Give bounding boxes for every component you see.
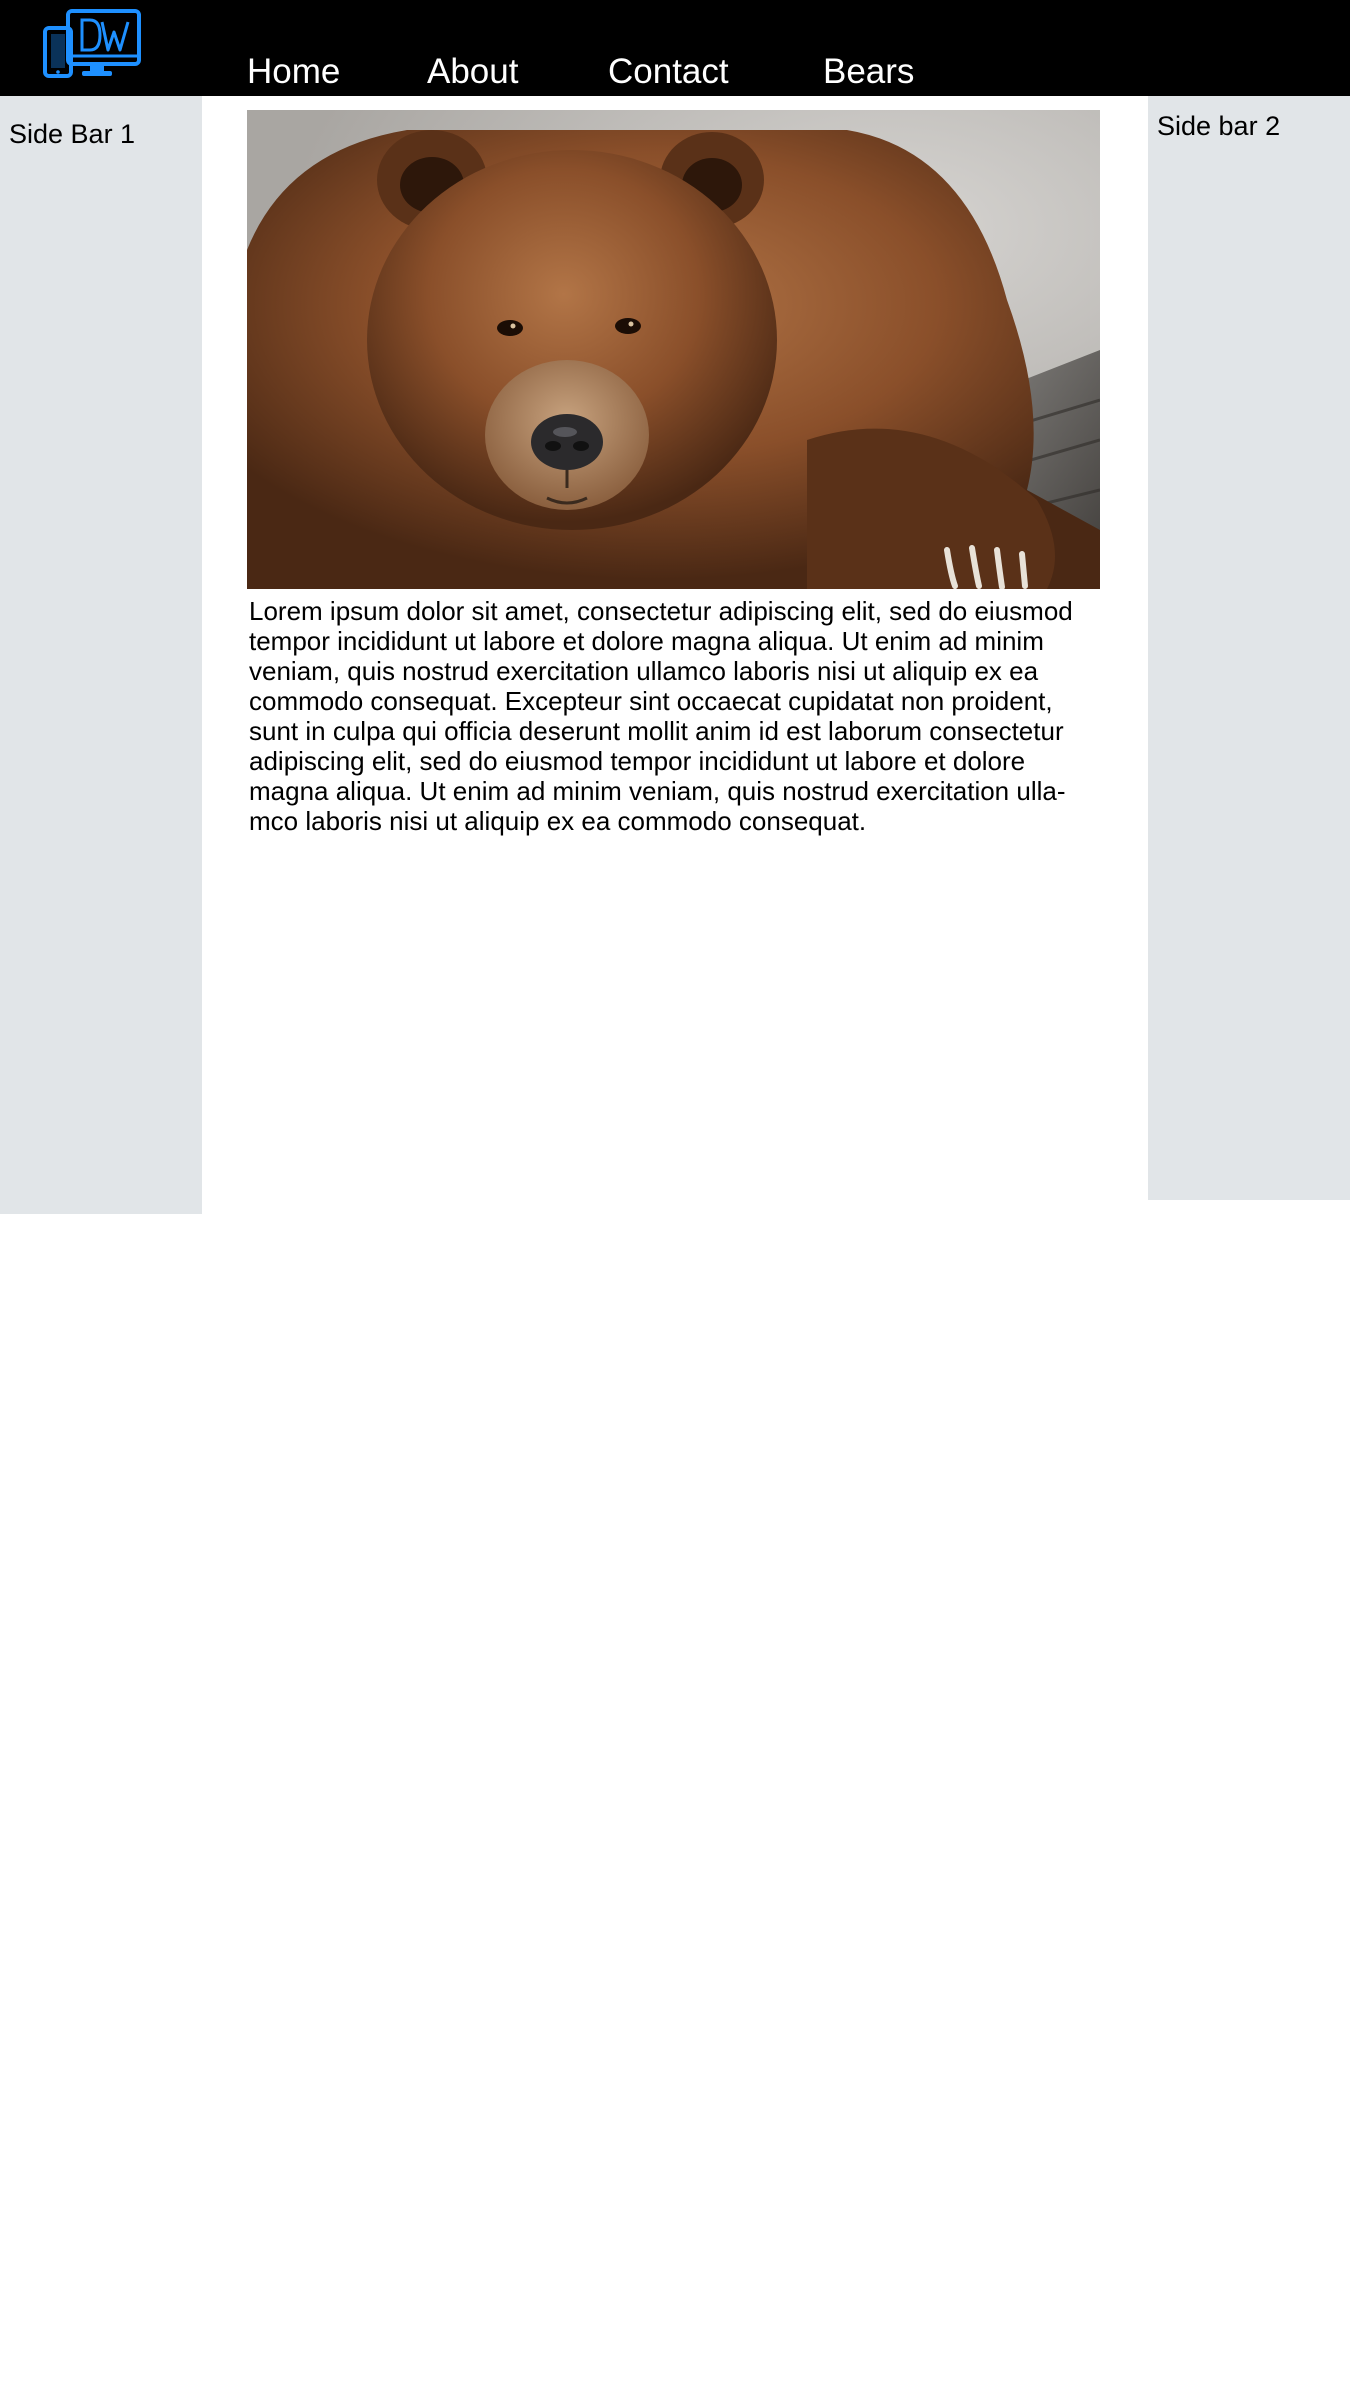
site-header: Home About Contact Bears — [0, 0, 1350, 96]
nav-contact-link[interactable]: Contact — [608, 50, 729, 94]
main-paragraph: Lorem ipsum dolor sit amet, consectetur … — [249, 596, 1073, 836]
devices-logo-icon[interactable] — [42, 8, 142, 80]
nav-home-link[interactable]: Home — [247, 50, 340, 94]
bear-image — [247, 110, 1100, 589]
nav-bears-link[interactable]: Bears — [823, 50, 914, 94]
sidebar-left-title: Side Bar 1 — [9, 119, 136, 149]
sidebar-left: Side Bar 1 — [0, 96, 202, 1214]
sidebar-right: Side bar 2 — [1148, 96, 1350, 1200]
page: Home About Contact Bears Side Bar 1 Lore… — [0, 0, 1350, 2400]
sidebar-right-title: Side bar 2 — [1157, 111, 1281, 141]
nav-about-link[interactable]: About — [427, 50, 518, 94]
